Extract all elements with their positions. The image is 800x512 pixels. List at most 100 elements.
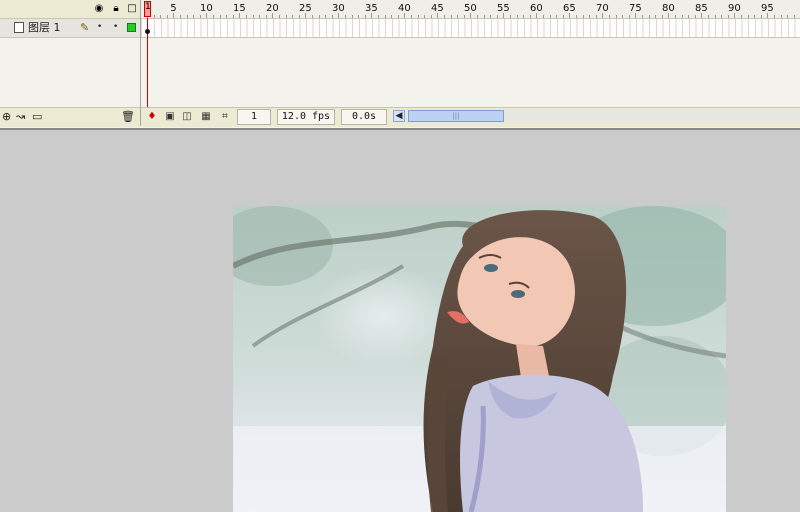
- frame-number: 25: [299, 3, 312, 14]
- ruler-tick: [298, 15, 300, 18]
- ruler-tick: [331, 15, 333, 18]
- outline-icon[interactable]: □: [126, 3, 138, 15]
- ruler-tick: [279, 15, 280, 18]
- ruler-tick: [661, 15, 663, 18]
- outline-color-box[interactable]: [127, 23, 136, 32]
- ruler-tick: [259, 15, 261, 18]
- visibility-dot[interactable]: •: [97, 22, 102, 32]
- frame-number: 95: [761, 3, 774, 14]
- ruler-tick: [510, 15, 511, 18]
- ruler-tick: [615, 15, 617, 18]
- ruler-tick: [193, 15, 195, 18]
- frame-number: 85: [695, 3, 708, 14]
- ruler-tick: [186, 15, 188, 18]
- ruler-tick: [741, 15, 742, 18]
- ruler-tick: [417, 15, 419, 18]
- ruler-tick: [562, 15, 564, 18]
- ruler-tick: [160, 15, 162, 18]
- frame-track[interactable]: [141, 19, 800, 38]
- ruler-tick: [180, 15, 181, 18]
- layers-column: ◉ 🔒︎ □ 图层 1 ✎ • • ⊕ ↝ ▭ 🗑︎: [0, 0, 141, 127]
- frame-number: 15: [233, 3, 246, 14]
- eye-icon[interactable]: ◉: [93, 3, 105, 15]
- ruler-tick: [391, 15, 393, 18]
- ruler-tick: [265, 15, 267, 18]
- lock-icon[interactable]: 🔒︎: [110, 3, 122, 15]
- ruler-tick: [252, 15, 254, 18]
- ruler-tick: [318, 15, 320, 18]
- frame-number: 45: [431, 3, 444, 14]
- ruler-tick: [325, 15, 327, 18]
- ruler-tick: [681, 15, 683, 18]
- ruler-tick: [655, 15, 657, 18]
- ruler-tick: [622, 15, 624, 18]
- ruler-tick: [378, 15, 379, 18]
- stage-image[interactable]: [233, 206, 726, 512]
- ruler-tick: [760, 15, 762, 18]
- add-folder-icon[interactable]: ▭: [32, 111, 42, 123]
- ruler-tick: [642, 15, 643, 18]
- layer-tools: ⊕ ↝ ▭ 🗑︎: [0, 107, 140, 127]
- ruler-tick: [609, 15, 610, 18]
- ruler-tick: [411, 15, 412, 18]
- frame-number: 40: [398, 3, 411, 14]
- ruler-tick: [166, 15, 168, 18]
- ruler-tick: [543, 15, 544, 18]
- ruler-tick: [457, 15, 459, 18]
- frame-number: 55: [497, 3, 510, 14]
- add-layer-icon[interactable]: ⊕: [2, 111, 11, 123]
- ruler-tick: [675, 15, 676, 18]
- ruler-tick: [424, 15, 426, 18]
- frame-ruler[interactable]: 15101520253035404550556065707580859095: [141, 0, 800, 19]
- ruler-tick: [153, 15, 155, 18]
- ruler-tick: [384, 15, 386, 18]
- keyframe[interactable]: [145, 29, 150, 34]
- ruler-tick: [232, 15, 234, 18]
- ruler-tick: [364, 15, 366, 18]
- frame-rate-field[interactable]: 12.0 fps: [277, 109, 335, 125]
- scroll-left-arrow[interactable]: ◀: [393, 110, 405, 122]
- ruler-tick: [595, 15, 597, 18]
- ruler-tick: [576, 15, 577, 18]
- current-frame-field: 1: [237, 109, 271, 125]
- add-guide-layer-icon[interactable]: ↝: [16, 111, 25, 123]
- frame-number: 80: [662, 3, 675, 14]
- timeline-panel: ◉ 🔒︎ □ 图层 1 ✎ • • ⊕ ↝ ▭ 🗑︎ 1510152025303…: [0, 0, 800, 130]
- ruler-tick: [226, 15, 228, 18]
- ruler-tick: [747, 15, 749, 18]
- layer-header: ◉ 🔒︎ □: [0, 0, 140, 19]
- playhead[interactable]: 1: [144, 1, 151, 17]
- trash-icon[interactable]: 🗑︎: [121, 111, 135, 123]
- layer-icon: [14, 22, 24, 33]
- modify-onion-markers-icon[interactable]: ⌗: [219, 111, 231, 123]
- ruler-tick: [430, 15, 432, 18]
- frame-number: 30: [332, 3, 345, 14]
- ruler-tick: [688, 15, 690, 18]
- ruler-tick: [463, 15, 465, 18]
- ruler-tick: [397, 15, 399, 18]
- ruler-tick: [793, 15, 795, 18]
- frame-number: 5: [170, 3, 177, 14]
- ruler-tick: [754, 15, 756, 18]
- frame-number: 10: [200, 3, 213, 14]
- edit-multiple-frames-icon[interactable]: ▦: [200, 111, 212, 123]
- ruler-tick: [648, 15, 650, 18]
- elapsed-time-field: 0.0s: [341, 109, 387, 125]
- layer-row[interactable]: 图层 1 ✎ • •: [0, 19, 140, 38]
- ruler-tick: [774, 15, 775, 18]
- ruler-tick: [450, 15, 452, 18]
- onion-skin-icon[interactable]: ▣: [164, 111, 176, 123]
- ruler-tick: [628, 15, 630, 18]
- onion-skin-outlines-icon[interactable]: ◫: [181, 111, 193, 123]
- center-frame-icon[interactable]: ♦: [146, 111, 158, 123]
- ruler-tick: [444, 15, 445, 18]
- ruler-tick: [213, 15, 214, 18]
- ruler-tick: [477, 15, 478, 18]
- ruler-tick: [312, 15, 313, 18]
- lock-dot[interactable]: •: [113, 22, 118, 32]
- frame-number: 50: [464, 3, 477, 14]
- ruler-tick: [199, 15, 201, 18]
- frame-number: 75: [629, 3, 642, 14]
- scroll-thumb[interactable]: |||: [408, 110, 504, 122]
- ruler-tick: [589, 15, 591, 18]
